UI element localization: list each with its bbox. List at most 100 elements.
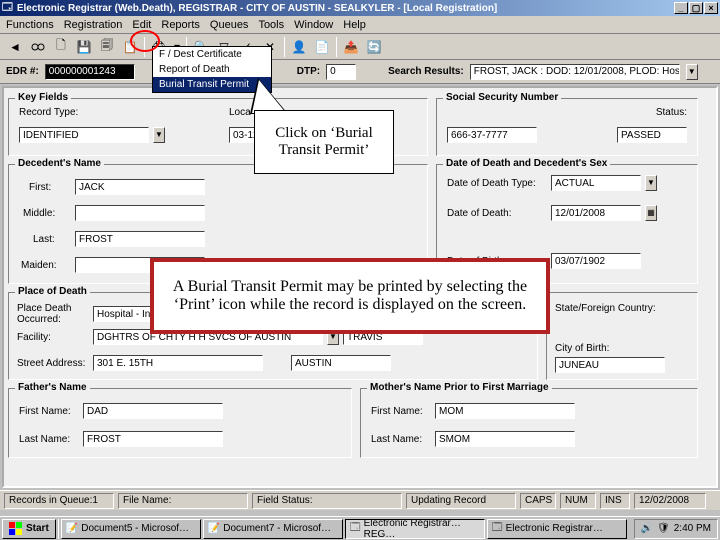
dod-type-field[interactable]: ACTUAL [551, 175, 641, 191]
status-filename: File Name: [118, 493, 248, 509]
group-title-mother: Mother's Name Prior to First Marriage [367, 382, 552, 393]
app-icon: 🗔 [2, 0, 13, 17]
close-button[interactable]: × [704, 2, 718, 14]
status-label: Status: [656, 107, 687, 118]
refresh-icon[interactable]: 🔄 [363, 37, 385, 57]
local-label: Loca [229, 107, 251, 118]
father-first-label: First Name: [19, 406, 79, 417]
save-icon[interactable]: 💾 [73, 37, 95, 57]
group-father: Father's Name First Name: DAD Last Name:… [8, 388, 352, 458]
last-label: Last: [33, 234, 71, 245]
status-num: NUM [560, 493, 596, 509]
mother-last-label: Last Name: [371, 434, 431, 445]
tray-icon[interactable]: 🔊 [641, 523, 653, 534]
record-type-label: Record Type: [19, 107, 78, 118]
group-title-pod: Place of Death [15, 286, 90, 297]
callout-pointer [250, 78, 288, 114]
birth-city-label: City of Birth: [555, 343, 609, 354]
window-titlebar: 🗔 Electronic Registrar (Web.Death), REGI… [0, 0, 720, 16]
tray-clock: 2:40 PM [674, 523, 711, 534]
window-title: Electronic Registrar (Web.Death), REGIST… [17, 3, 497, 14]
mother-first-field[interactable]: MOM [435, 403, 575, 419]
taskbar-item-doc5[interactable]: 📝Document5 - Microsof… [61, 519, 201, 539]
pod-place-label: Place Death Occurred: [17, 303, 89, 325]
birth-state-label: State/Foreign Country: [555, 303, 656, 314]
record-type-field[interactable]: IDENTIFIED [19, 127, 149, 143]
dod-label: Date of Death: [447, 208, 547, 219]
pod-street-label: Street Address: [17, 358, 89, 369]
dod-cal-icon[interactable]: ▦ [645, 205, 657, 221]
mother-last-field[interactable]: SMOM [435, 431, 575, 447]
menu-help[interactable]: Help [343, 19, 366, 31]
user-icon[interactable]: 👤 [288, 37, 310, 57]
first-field[interactable]: JACK [75, 179, 205, 195]
record-type-dropdown[interactable]: ▼ [153, 127, 165, 143]
minimize-button[interactable]: _ [674, 2, 688, 14]
group-title-decedent: Decedent's Name [15, 158, 104, 169]
export-icon[interactable]: 📤 [340, 37, 362, 57]
back-icon[interactable]: ◄ [4, 37, 26, 57]
edr-field[interactable]: 000000001243 [45, 64, 135, 80]
dob-field[interactable]: 03/07/1902 [551, 253, 641, 269]
print-menu-item-report[interactable]: Report of Death [153, 62, 271, 77]
print-menu-item-certificate[interactable]: F / Dest Certificate [153, 47, 271, 62]
tray-icon[interactable]: 🛡 [657, 523, 670, 534]
menu-functions[interactable]: Functions [6, 19, 54, 31]
system-tray[interactable]: 🔊 🛡 2:40 PM [634, 519, 718, 539]
taskbar: Start 📝Document5 - Microsof… 📝Document7 … [0, 516, 720, 540]
ssn-status-field: PASSED [617, 127, 687, 143]
birth-city-field[interactable]: JUNEAU [555, 357, 665, 373]
start-button[interactable]: Start [2, 519, 56, 539]
group-mother: Mother's Name Prior to First Marriage Fi… [360, 388, 698, 458]
maximize-button[interactable]: ▢ [689, 2, 703, 14]
dod-field[interactable]: 12/01/2008 [551, 205, 641, 221]
pod-city-field[interactable]: AUSTIN [291, 355, 391, 371]
middle-field[interactable] [75, 205, 205, 221]
search-results-field[interactable]: FROST, JACK : DOD: 12/01/2008, PLOD: Hos… [470, 64, 680, 80]
taskbar-item-registrar2[interactable]: 🗔Electronic Registrar… [487, 519, 627, 539]
father-last-label: Last Name: [19, 434, 79, 445]
dod-type-dropdown[interactable]: ▼ [645, 175, 657, 191]
group-ssn: Social Security Number Status: 666-37-77… [436, 98, 698, 156]
status-update: Updating Record [406, 493, 516, 509]
last-field[interactable]: FROST [75, 231, 205, 247]
taskbar-item-registrar-active[interactable]: 🗔Electronic Registrar… REG… [345, 519, 485, 539]
ssn-field[interactable]: 666-37-7777 [447, 127, 537, 143]
new-icon[interactable]: 🗋 [50, 37, 72, 57]
menu-queues[interactable]: Queues [210, 19, 249, 31]
toolbar: ◄ 🗋 💾 🗐 📋 🖨 ▾ 🔍 ▽ ✓ ✕ 👤 📄 📤 🔄 [0, 34, 720, 60]
pod-street-field[interactable]: 301 E. 15TH [93, 355, 263, 371]
pod-facility-label: Facility: [17, 332, 89, 343]
paste-icon[interactable]: 📋 [119, 37, 141, 57]
edr-label: EDR #: [6, 66, 39, 77]
clipboard-icon[interactable]: 📄 [311, 37, 333, 57]
dtp-field[interactable]: 0 [326, 64, 356, 80]
menu-reports[interactable]: Reports [161, 19, 200, 31]
status-ins: INS [600, 493, 630, 509]
dod-type-label: Date of Death Type: [447, 178, 547, 189]
group-title-father: Father's Name [15, 382, 90, 393]
statusbar: Records in Queue:1 File Name: Field Stat… [0, 490, 720, 510]
info-row: EDR #: 000000001243 DTP: 0 Search Result… [0, 60, 720, 84]
search-results-dropdown[interactable]: ▼ [686, 64, 698, 80]
taskbar-item-doc7[interactable]: 📝Document7 - Microsof… [203, 519, 343, 539]
father-last-field[interactable]: FROST [83, 431, 223, 447]
menu-tools[interactable]: Tools [258, 19, 284, 31]
glasses-icon[interactable] [27, 37, 49, 57]
menu-window[interactable]: Window [294, 19, 333, 31]
maiden-label: Maiden: [21, 260, 71, 271]
dtp-label: DTP: [297, 66, 320, 77]
status-date: 12/02/2008 [634, 493, 706, 509]
middle-label: Middle: [23, 208, 71, 219]
group-title-ssn: Social Security Number [443, 92, 561, 103]
group-title-key-fields: Key Fields [15, 92, 71, 103]
group-title-dod: Date of Death and Decedent's Sex [443, 158, 610, 169]
search-label: Search Results: [388, 66, 464, 77]
menu-registration[interactable]: Registration [64, 19, 123, 31]
copy-icon[interactable]: 🗐 [96, 37, 118, 57]
callout-click-burial: Click on ‘Burial Transit Permit’ [254, 110, 394, 174]
menu-edit[interactable]: Edit [132, 19, 151, 31]
status-field: Field Status: [252, 493, 402, 509]
menubar: Functions Registration Edit Reports Queu… [0, 16, 720, 34]
father-first-field[interactable]: DAD [83, 403, 223, 419]
